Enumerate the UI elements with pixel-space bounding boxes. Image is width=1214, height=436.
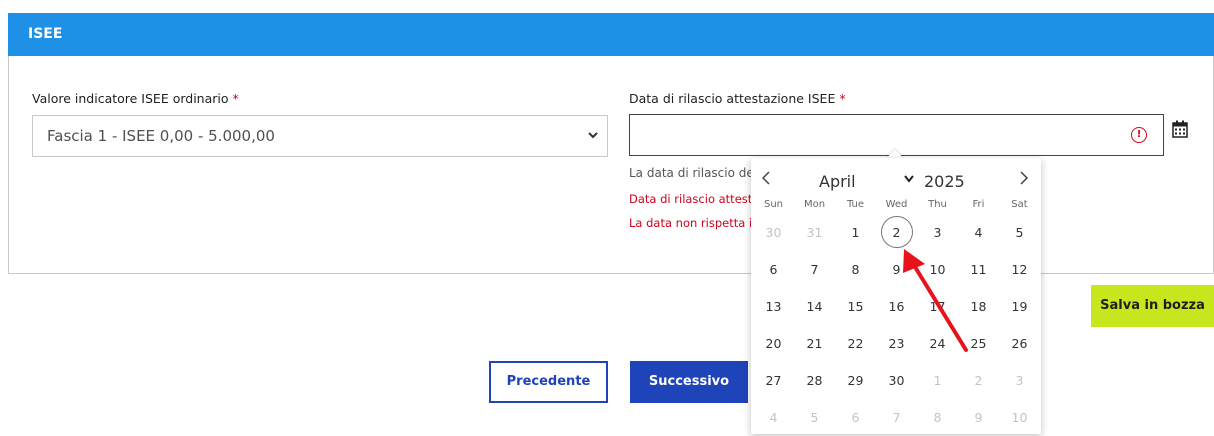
datepicker: April 2025 Sun Mon Tue Wed Thu Fri Sat 30 31 1 2 3… [751,158,1041,434]
calendar-day[interactable]: 4 [958,214,999,251]
calendar-day[interactable]: 14 [794,288,835,325]
calendar-day[interactable]: 19 [999,288,1040,325]
calendar-day[interactable]: 9 [958,399,999,436]
calendar-icon[interactable] [1172,120,1190,138]
calendar-day[interactable]: 2 [958,362,999,399]
calendar-day[interactable]: 16 [876,288,917,325]
calendar-day[interactable]: 29 [835,362,876,399]
day-grid: 30 31 1 2 3 4 5 6 7 8 9 10 11 12 13 14 15 16 17 18 19 20 21 22 2… [753,214,1039,436]
calendar-day[interactable]: 11 [958,251,999,288]
calendar-day[interactable]: 6 [835,399,876,436]
section-title: ISEE [8,13,1214,56]
weekday-label: Sat [1011,199,1028,210]
calendar-day[interactable]: 2 [876,214,917,251]
calendar-day[interactable]: 7 [794,251,835,288]
isee-value-label: Valore indicatore ISEE ordinario * [32,91,239,106]
isee-value-selected: Fascia 1 - ISEE 0,00 - 5.000,00 [47,127,275,145]
calendar-day[interactable]: 28 [794,362,835,399]
weekday-label: Tue [846,199,865,210]
calendar-day[interactable]: 23 [876,325,917,362]
calendar-day[interactable]: 9 [876,251,917,288]
calendar-day[interactable]: 1 [917,362,958,399]
calendar-day[interactable]: 27 [753,362,794,399]
calendar-day[interactable]: 10 [917,251,958,288]
calendar-day[interactable]: 6 [753,251,794,288]
calendar-day[interactable]: 4 [753,399,794,436]
release-date-error-1: Data di rilascio attesta [629,192,760,206]
error-icon: ! [1131,127,1147,143]
year-input[interactable]: 2025 [924,172,965,191]
required-mark: * [839,91,846,106]
weekday-label: Fri [972,199,985,210]
prev-month-button[interactable] [761,170,771,191]
release-date-help: La data di rilascio de [629,166,754,180]
calendar-day[interactable]: 30 [876,362,917,399]
weekday-label: Wed [885,199,908,210]
calendar-day[interactable]: 18 [958,288,999,325]
weekday-label: Thu [928,199,947,210]
calendar-day[interactable]: 3 [917,214,958,251]
calendar-day[interactable]: 21 [794,325,835,362]
release-date-label-text: Data di rilascio attestazione ISEE [629,91,836,106]
release-date-error-2: La data non rispetta i r [629,216,761,230]
calendar-day[interactable]: 1 [835,214,876,251]
calendar-day[interactable]: 17 [917,288,958,325]
save-draft-button[interactable]: Salva in bozza [1091,285,1214,327]
calendar-day[interactable]: 8 [835,251,876,288]
chevron-down-icon [903,174,915,187]
isee-value-label-text: Valore indicatore ISEE ordinario [32,91,229,106]
calendar-day[interactable]: 8 [917,399,958,436]
isee-value-select[interactable]: Fascia 1 - ISEE 0,00 - 5.000,00 [32,115,608,157]
previous-button[interactable]: Precedente [489,361,608,403]
release-date-label: Data di rilascio attestazione ISEE * [629,91,846,106]
calendar-day[interactable]: 22 [835,325,876,362]
calendar-day[interactable]: 12 [999,251,1040,288]
calendar-day[interactable]: 20 [753,325,794,362]
calendar-day[interactable]: 26 [999,325,1040,362]
weekday-label: Sun [763,199,784,210]
calendar-day[interactable]: 3 [999,362,1040,399]
calendar-day[interactable]: 5 [794,399,835,436]
calendar-day[interactable]: 13 [753,288,794,325]
calendar-day[interactable]: 24 [917,325,958,362]
weekday-label: Mon [803,199,826,210]
required-mark: * [232,91,239,106]
calendar-day[interactable]: 30 [753,214,794,251]
calendar-day[interactable]: 7 [876,399,917,436]
calendar-day[interactable]: 10 [999,399,1040,436]
calendar-day[interactable]: 31 [794,214,835,251]
calendar-day[interactable]: 5 [999,214,1040,251]
calendar-day[interactable]: 15 [835,288,876,325]
release-date-input[interactable]: ! [629,114,1164,156]
month-select[interactable]: April [819,172,856,191]
calendar-day[interactable]: 25 [958,325,999,362]
next-month-button[interactable] [1019,170,1029,191]
next-button[interactable]: Successivo [630,361,748,403]
chevron-down-icon [587,116,599,173]
